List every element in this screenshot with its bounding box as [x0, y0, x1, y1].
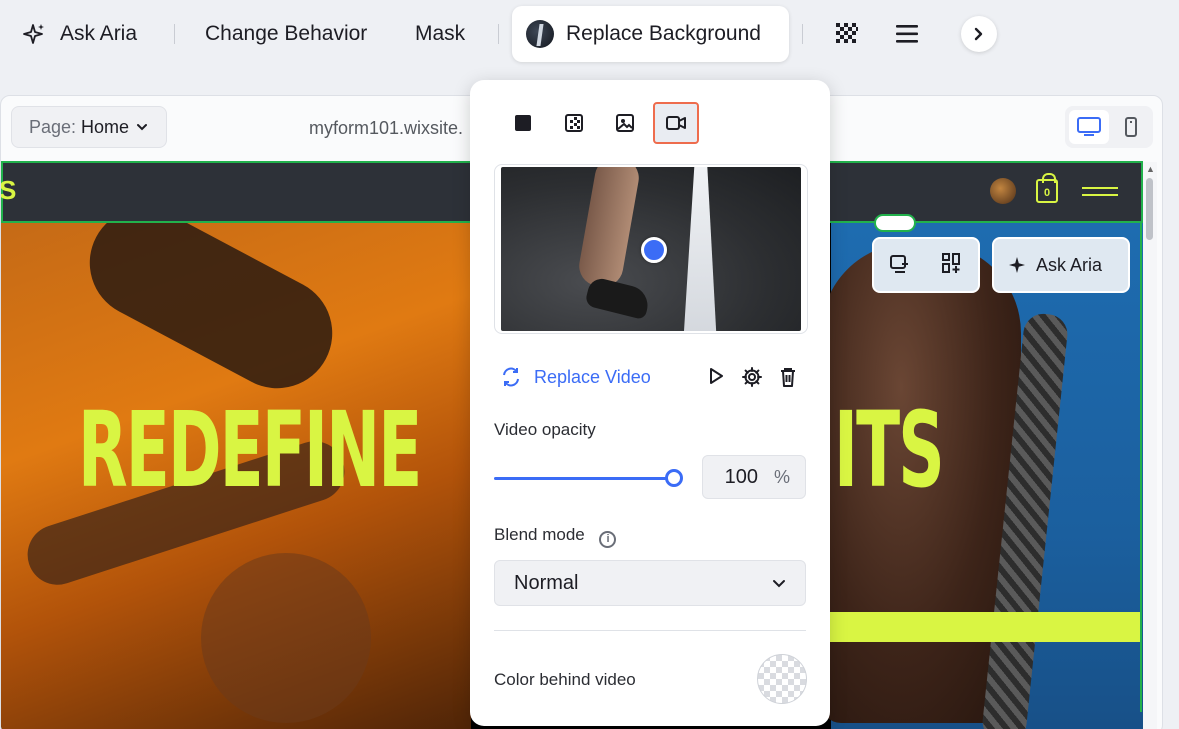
- mobile-icon: [1125, 117, 1137, 137]
- canvas-scrollbar[interactable]: ▲: [1143, 162, 1157, 729]
- texture-button[interactable]: [834, 16, 860, 52]
- replace-video-button[interactable]: Replace Video: [500, 366, 651, 388]
- play-icon: [710, 368, 723, 384]
- lime-section-strip: [830, 612, 1142, 642]
- play-button[interactable]: [698, 366, 734, 388]
- add-element-button[interactable]: [941, 252, 963, 279]
- focal-point-handle[interactable]: [641, 237, 667, 263]
- texture-icon: [836, 23, 858, 43]
- desktop-view-button[interactable]: [1069, 110, 1109, 144]
- cart-button[interactable]: 0: [1036, 173, 1058, 203]
- opacity-value: 100: [724, 465, 758, 488]
- tab-image[interactable]: [602, 102, 648, 144]
- background-settings-panel: Replace Video Video opacity 100 % Blend …: [470, 80, 830, 726]
- scroll-thumb[interactable]: [1146, 178, 1153, 240]
- page-selector-label: Page:: [29, 116, 77, 137]
- chevron-right-icon: [974, 27, 983, 41]
- hamburger-icon: [896, 25, 918, 43]
- add-section-icon: [890, 254, 908, 273]
- replace-video-label: Replace Video: [534, 366, 651, 387]
- blend-mode-select[interactable]: Normal: [494, 560, 806, 606]
- gear-icon: [742, 367, 762, 387]
- video-preview[interactable]: [494, 164, 808, 334]
- image-icon: [616, 114, 634, 132]
- toolbar-divider: [498, 24, 499, 44]
- device-switch: [1065, 106, 1153, 148]
- video-camera-icon: [666, 116, 686, 130]
- replace-background-label: Replace Background: [566, 22, 761, 45]
- chevron-down-icon: [137, 124, 148, 131]
- video-preview-image: [501, 167, 801, 331]
- site-url: myform101.wixsite.: [309, 118, 464, 138]
- video-opacity-label: Video opacity: [494, 420, 596, 439]
- sparkle-icon: [1009, 257, 1025, 273]
- desktop-icon: [1077, 117, 1101, 136]
- cart-count: 0: [1043, 187, 1051, 199]
- floating-tools: [872, 237, 980, 293]
- hero-heading-left: REDEFINE: [78, 389, 422, 511]
- mask-label: Mask: [415, 22, 466, 45]
- blend-mode-value: Normal: [514, 571, 579, 594]
- chevron-down-icon: [773, 580, 785, 588]
- background-thumbnail: [526, 20, 554, 48]
- add-section-button[interactable]: [889, 252, 911, 279]
- page-selector[interactable]: Page: Home: [11, 106, 167, 148]
- opacity-slider-track[interactable]: [494, 477, 674, 480]
- toolbar-divider: [174, 24, 175, 44]
- delete-video-button[interactable]: [770, 366, 806, 388]
- section-resize-handle[interactable]: [874, 214, 916, 232]
- change-behavior-label: Change Behavior: [205, 22, 368, 45]
- blend-mode-label-row: Blend mode i: [494, 525, 617, 548]
- mobile-view-button[interactable]: [1113, 110, 1149, 144]
- hero-heading-right: ITS: [834, 389, 945, 511]
- color-behind-video-label: Color behind video: [494, 670, 636, 689]
- video-settings-button[interactable]: [734, 366, 770, 388]
- floating-ask-aria-label: Ask Aria: [1036, 254, 1103, 275]
- top-toolbar: Ask Aria Change Behavior Mask Replace Ba…: [0, 0, 1179, 70]
- tab-gradient[interactable]: [551, 102, 597, 144]
- swap-icon: [503, 367, 519, 387]
- floating-ask-aria-button[interactable]: Ask Aria: [992, 237, 1130, 293]
- site-logo: S: [1, 175, 16, 205]
- replace-background-button[interactable]: Replace Background: [512, 6, 789, 62]
- sparkle-icon: [23, 24, 44, 44]
- video-actions-row: Replace Video: [500, 364, 806, 390]
- info-icon[interactable]: i: [599, 531, 617, 548]
- avatar[interactable]: [990, 178, 1016, 204]
- opacity-unit: %: [773, 466, 790, 487]
- gradient-icon: [565, 114, 583, 132]
- opacity-input[interactable]: 100 %: [702, 455, 806, 499]
- ask-aria-label: Ask Aria: [60, 22, 138, 45]
- toolbar-next-button[interactable]: [961, 16, 997, 52]
- site-menu-button[interactable]: [1082, 182, 1118, 201]
- trash-icon: [781, 368, 795, 387]
- more-menu-button[interactable]: [895, 16, 919, 52]
- scroll-up-icon[interactable]: ▲: [1146, 164, 1155, 174]
- toolbar-divider: [802, 24, 803, 44]
- background-type-tabs: [500, 102, 704, 144]
- change-behavior-button[interactable]: Change Behavior: [205, 16, 367, 52]
- opacity-slider-thumb[interactable]: [665, 469, 683, 487]
- tab-video[interactable]: [653, 102, 699, 144]
- page-selector-value: Home: [81, 116, 130, 137]
- panel-divider: [494, 630, 806, 631]
- add-element-icon: [942, 252, 960, 273]
- blend-mode-label: Blend mode: [494, 525, 585, 544]
- color-behind-video-swatch[interactable]: [757, 654, 807, 704]
- mask-button[interactable]: Mask: [415, 16, 465, 52]
- color-square-icon: [515, 115, 531, 131]
- tab-color[interactable]: [500, 102, 546, 144]
- site-header-icons: 0: [990, 173, 1118, 204]
- selection-outline: [1140, 222, 1142, 712]
- ask-aria-button[interactable]: Ask Aria: [22, 16, 137, 52]
